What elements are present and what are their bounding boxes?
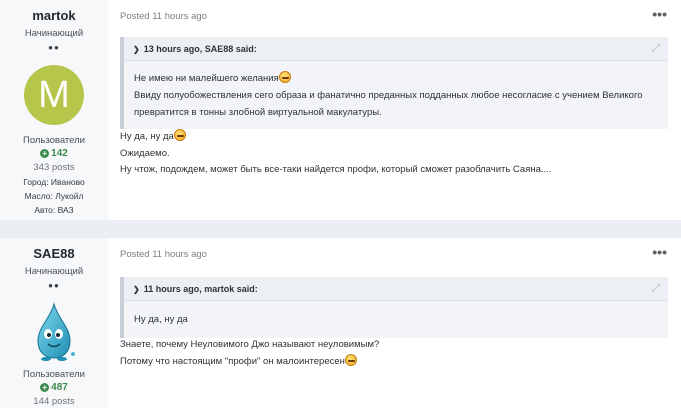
quote-citation: 13 hours ago, SAE88 said: [143,44,257,54]
post-count: 144 posts [33,396,75,407]
avatar[interactable]: M [24,65,84,125]
reputation-badge[interactable]: +142 [0,148,108,159]
quote-line: Ввиду полуобожествления сего образа и фа… [134,90,643,118]
expand-icon[interactable]: ⤢ [652,37,660,61]
quote-header[interactable]: ❯ 13 hours ago, SAE88 said: ⤢ [124,37,668,61]
reputation-value: 487 [51,382,68,393]
quote-body: Не имею ни малейшего желания Ввиду полуо… [124,61,668,129]
water-drop-icon [37,302,75,361]
post-menu-icon[interactable]: ••• [652,244,667,260]
post-line: Ну чтож, подождем, может быть все-таки н… [120,164,552,175]
author-rank: Начинающий [24,28,84,39]
author-name[interactable]: SAE88 [0,246,108,261]
reputation-badge[interactable]: +487 [0,382,108,393]
quote-citation: 11 hours ago, martok said: [143,284,258,294]
forum-post: martok Начинающий ●● M Пользователи +142… [0,0,681,220]
quote-block: ❯ 11 hours ago, martok said: ⤢ Ну да, ну … [120,277,668,338]
post-line: Потому что настоящим "профи" он малоинте… [120,355,345,367]
post-count: 343 posts [33,162,75,173]
post-body: Знаете, почему Неуловимого Джо называют … [120,337,668,370]
post-body: Ну да, ну да Ожидаемо. Ну чтож, подождем… [120,129,668,179]
smile-emoji-icon [278,71,291,83]
smile-emoji-icon [344,353,357,366]
quote-header[interactable]: ❯ 11 hours ago, martok said: ⤢ [124,277,668,301]
profile-field-car: Авто: ВАЗ [34,205,74,215]
author-name[interactable]: martok [0,8,108,23]
avatar[interactable] [24,301,84,363]
quote-body: Ну да, ну да [124,301,668,338]
chevron-right-icon: ❯ [133,285,140,294]
rank-pips: ●● [48,43,60,52]
expand-icon[interactable]: ⤢ [652,277,660,301]
member-group: Пользователи [22,135,85,146]
author-rank: Начинающий [24,266,84,277]
forum-post: SAE88 Начинающий ●● Пользователи + 487 1… [0,238,681,408]
quote-block: ❯ 13 hours ago, SAE88 said: ⤢ Не имею ни … [120,37,668,129]
smile-emoji-icon [173,129,186,141]
chevron-right-icon: ❯ [133,45,140,54]
author-panel: SAE88 Начинающий ●● Пользователи + 487 1… [0,238,108,408]
post-date[interactable]: Posted 11 hours ago [120,249,207,260]
quote-line: Не имею ни малейшего желания [134,73,279,84]
profile-field-oil: Масло: Лукойл [24,191,84,201]
rank-pips: ●● [48,281,60,290]
post-menu-icon[interactable]: ••• [652,6,667,22]
post-line: Ну да, ну да [120,131,174,142]
reputation-value: 142 [51,148,68,159]
plus-icon: + [40,149,50,158]
plus-icon: + [40,383,50,392]
author-panel: martok Начинающий ●● M Пользователи +142… [0,0,108,220]
profile-field-city: Город: Иваново [23,177,85,187]
quote-line: Ну да, ну да [134,314,188,325]
member-group: Пользователи [22,369,85,380]
post-line: Ожидаемо. [120,147,170,159]
post-line: Знаете, почему Неуловимого Джо называют … [120,339,380,350]
post-date[interactable]: Posted 11 hours ago [120,11,207,22]
